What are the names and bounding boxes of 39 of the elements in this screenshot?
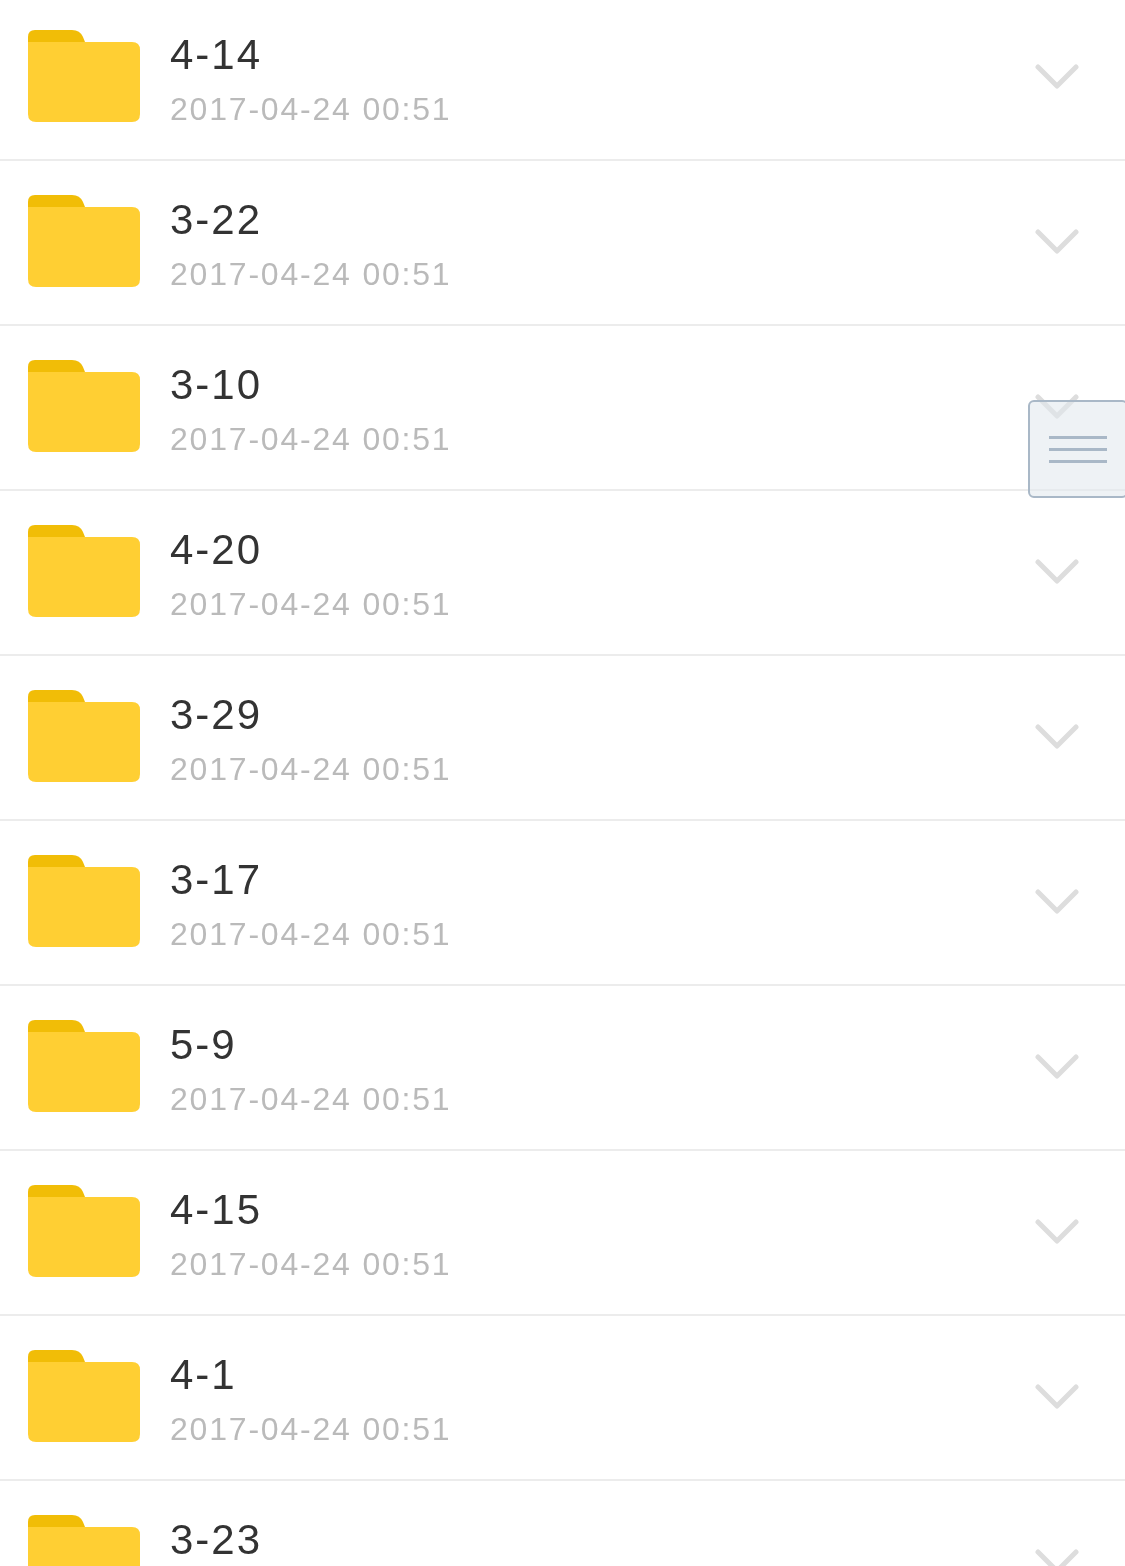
modified-date: 2017-04-24 00:51 xyxy=(170,420,452,459)
modified-date: 2017-04-24 00:51 xyxy=(170,90,452,129)
chevron-down-icon[interactable] xyxy=(1035,1219,1079,1245)
folder-icon xyxy=(28,1020,140,1112)
folder-name: 5-9 xyxy=(170,1021,238,1069)
folder-name: 3-23 xyxy=(170,1516,263,1564)
modified-date: 2017-04-24 00:51 xyxy=(170,1245,452,1284)
folder-icon xyxy=(28,525,140,617)
menu-lines-icon xyxy=(1049,435,1107,463)
folder-icon xyxy=(28,195,140,287)
folder-name: 4-1 xyxy=(170,1351,238,1399)
modified-date: 2017-04-24 00:51 xyxy=(170,750,452,789)
chevron-down-icon[interactable] xyxy=(1035,394,1079,420)
chevron-down-icon[interactable] xyxy=(1035,1054,1079,1080)
chevron-down-icon[interactable] xyxy=(1035,64,1079,90)
folder-name: 4-20 xyxy=(170,526,264,574)
folder-name: 3-17 xyxy=(170,856,264,904)
folder-name: 3-22 xyxy=(170,196,264,244)
chevron-down-icon[interactable] xyxy=(1035,229,1079,255)
modified-date: 2017-04-24 00:51 xyxy=(170,915,452,954)
folder-name: 3-29 xyxy=(170,691,264,739)
folder-icon xyxy=(28,1350,140,1442)
modified-date: 2017-04-24 00:51 xyxy=(170,1410,452,1449)
folder-name: 3-10 xyxy=(170,361,264,409)
folder-icon xyxy=(28,1185,140,1277)
chevron-down-icon[interactable] xyxy=(1035,724,1079,750)
folder-icon xyxy=(28,855,140,947)
chevron-down-icon[interactable] xyxy=(1035,559,1079,585)
folder-icon xyxy=(28,360,140,452)
scroll-handle[interactable] xyxy=(1028,400,1125,498)
modified-date: 2017-04-24 00:51 xyxy=(170,255,452,294)
chevron-down-icon[interactable] xyxy=(1035,889,1079,915)
modified-date: 2017-04-24 00:51 xyxy=(170,585,452,624)
folder-name: 4-15 xyxy=(170,1186,264,1234)
folder-icon xyxy=(28,690,140,782)
chevron-down-icon[interactable] xyxy=(1035,1384,1079,1410)
folder-name: 4-14 xyxy=(170,31,264,79)
modified-date: 2017-04-24 00:51 xyxy=(170,1080,452,1119)
folder-icon xyxy=(28,30,140,122)
